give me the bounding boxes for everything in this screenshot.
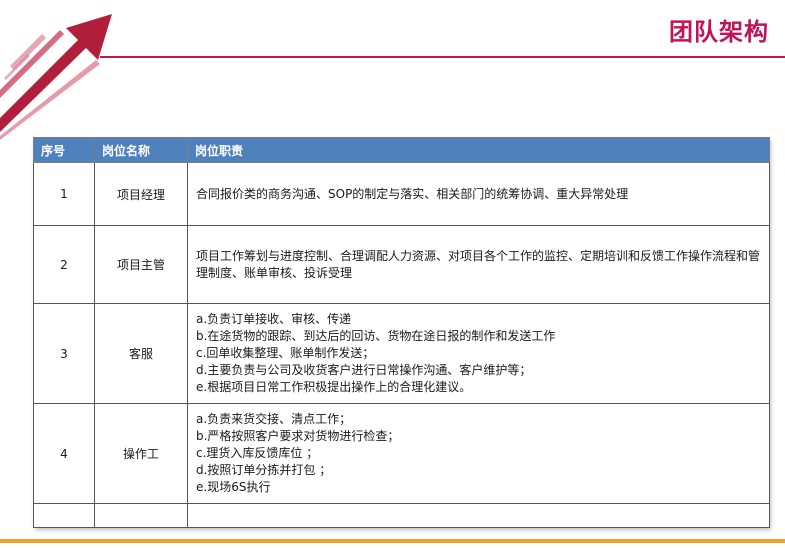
row-number: 2: [33, 225, 95, 304]
empty-cell: [187, 503, 770, 528]
table-header-row: 序号 岗位名称 岗位职责: [33, 137, 770, 163]
duty-line: b.在途货物的跟踪、到达后的回访、货物在途日报的制作和发送工作: [196, 329, 556, 343]
title-divider: [100, 56, 785, 58]
empty-cell: [94, 503, 188, 528]
row-duties: 合同报价类的商务沟通、SOP的制定与落实、相关部门的统筹协调、重大异常处理: [187, 162, 770, 226]
row-number: 3: [33, 303, 95, 404]
table-row: 2 项目主管 项目工作筹划与进度控制、合理调配人力资源、对项目各个工作的监控、定…: [33, 225, 770, 304]
table-row: 1 项目经理 合同报价类的商务沟通、SOP的制定与落实、相关部门的统筹协调、重大…: [33, 162, 770, 226]
row-duties: 项目工作筹划与进度控制、合理调配人力资源、对项目各个工作的监控、定期培训和反馈工…: [187, 225, 770, 304]
empty-cell: [33, 503, 95, 528]
column-header-duties: 岗位职责: [187, 137, 770, 163]
table-row: 4 操作工 a.负责来货交接、清点工作； b.严格按照客户要求对货物进行检查； …: [33, 403, 770, 504]
footer-divider: [0, 539, 785, 543]
row-role: 项目经理: [94, 162, 188, 226]
duty-line: c.理货入库反馈库位 ；: [196, 446, 319, 460]
row-number: 1: [33, 162, 95, 226]
team-structure-table-container: 序号 岗位名称 岗位职责 1 项目经理 合同报价类的商务沟通、SOP的制定与落实…: [33, 137, 770, 528]
arrow-logo-icon: [0, 14, 112, 140]
page-title: 团队架构: [669, 18, 769, 46]
duty-line: e.现场6S执行: [196, 480, 271, 494]
table-row-empty: [33, 503, 770, 528]
column-header-number: 序号: [33, 137, 95, 163]
row-role: 客服: [94, 303, 188, 404]
duty-line: a.负责来货交接、清点工作；: [196, 412, 352, 426]
row-number: 4: [33, 403, 95, 504]
duty-line: b.严格按照客户要求对货物进行检查；: [196, 429, 400, 443]
duty-line: 项目工作筹划与进度控制、合理调配人力资源、对项目各个工作的监控、定期培训和反馈工…: [196, 248, 761, 280]
duty-line: 合同报价类的商务沟通、SOP的制定与落实、相关部门的统筹协调、重大异常处理: [196, 186, 629, 201]
row-role: 操作工: [94, 403, 188, 504]
duty-line: d.主要负责与公司及收货客户进行日常操作沟通、客户维护等；: [196, 363, 532, 377]
row-duties: a.负责订单接收、审核、传递 b.在途货物的跟踪、到达后的回访、货物在途日报的制…: [187, 303, 770, 404]
duty-line: c.回单收集整理、账单制作发送；: [196, 346, 375, 360]
column-header-role: 岗位名称: [94, 137, 188, 163]
duty-line: d.按照订单分拣并打包 ；: [196, 463, 332, 477]
row-duties: a.负责来货交接、清点工作； b.严格按照客户要求对货物进行检查； c.理货入库…: [187, 403, 770, 504]
row-role: 项目主管: [94, 225, 188, 304]
duty-line: a.负责订单接收、审核、传递: [196, 312, 352, 326]
duty-line: e.根据项目日常工作积极提出操作上的合理化建议。: [196, 380, 472, 394]
table-row: 3 客服 a.负责订单接收、审核、传递 b.在途货物的跟踪、到达后的回访、货物在…: [33, 303, 770, 404]
team-structure-table: 序号 岗位名称 岗位职责 1 项目经理 合同报价类的商务沟通、SOP的制定与落实…: [33, 137, 770, 528]
